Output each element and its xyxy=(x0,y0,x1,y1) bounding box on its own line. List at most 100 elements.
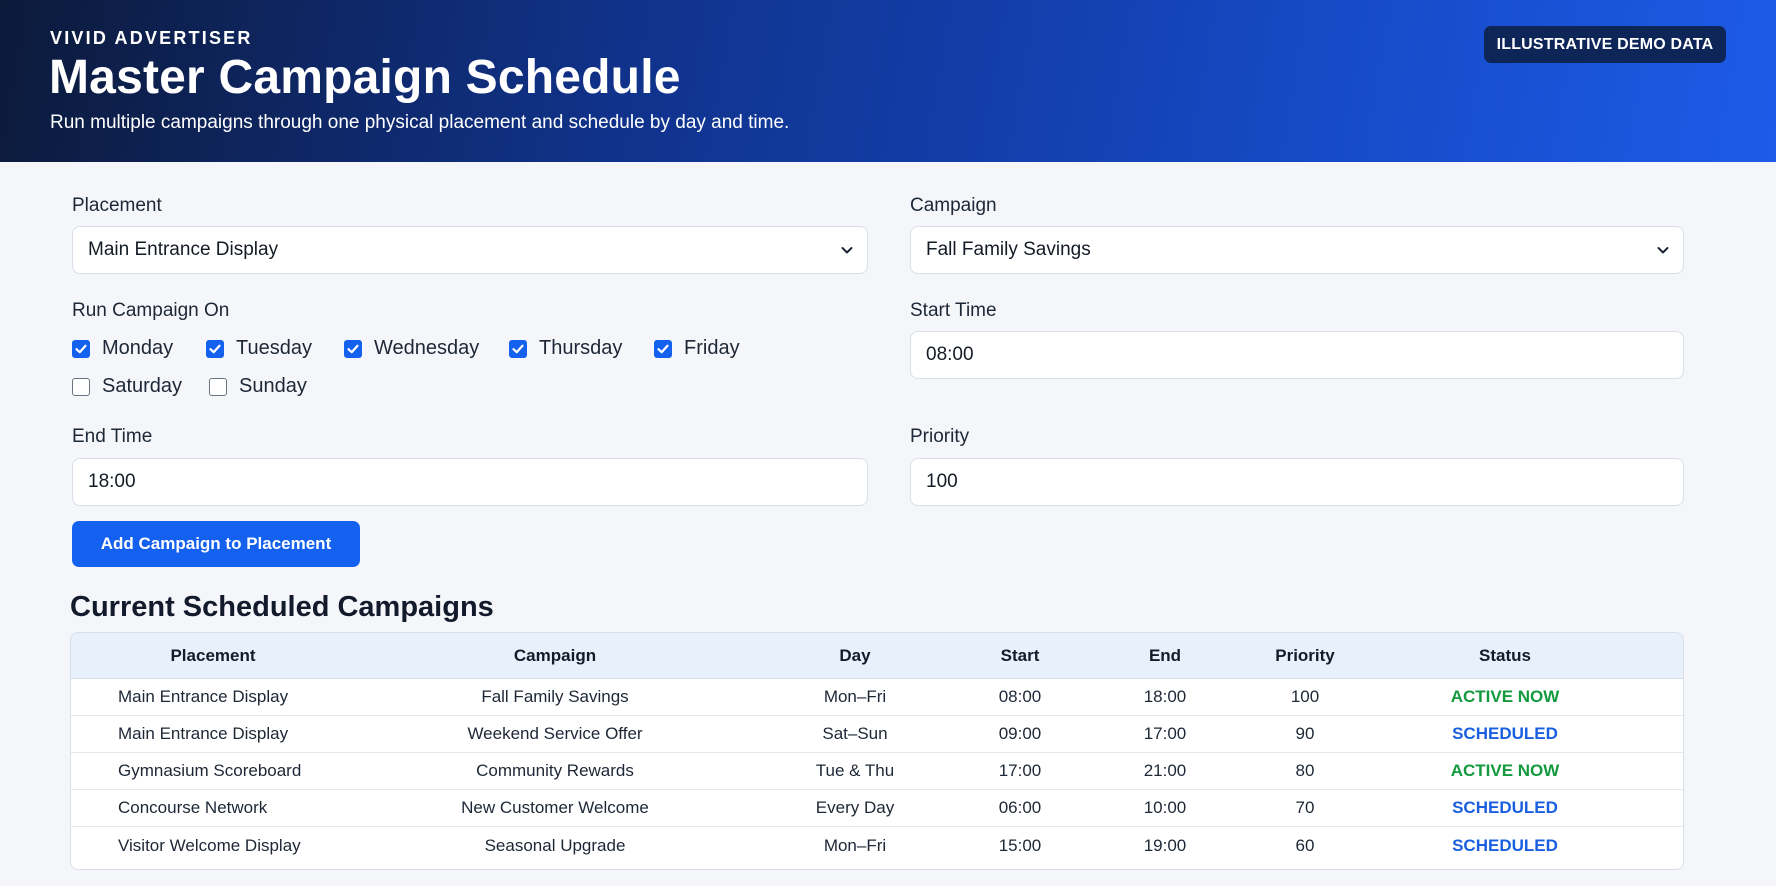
cell-campaign: Fall Family Savings xyxy=(481,687,629,706)
checkbox[interactable] xyxy=(654,339,672,358)
cell-start: 17:00 xyxy=(998,761,1042,780)
cell-end: 17:00 xyxy=(1143,724,1187,743)
cell-placement: Gymnasium Scoreboard xyxy=(118,761,302,780)
status-badge: ACTIVE NOW xyxy=(1450,687,1560,706)
day-checkbox-wednesday[interactable]: Wednesday xyxy=(344,337,479,360)
cell-day: Tue & Thu xyxy=(815,761,895,780)
cell-priority: 90 xyxy=(1295,724,1315,743)
cell-campaign: Weekend Service Offer xyxy=(467,724,643,743)
cell-day: Every Day xyxy=(815,798,895,817)
cell-placement: Main Entrance Display xyxy=(118,687,289,706)
schedule-table: Placement Campaign Day Start End Priorit… xyxy=(70,632,1684,870)
table-row[interactable]: Gymnasium Scoreboard Community Rewards T… xyxy=(71,753,1683,790)
placement-select-value: Main Entrance Display xyxy=(88,239,279,260)
checkmark-icon xyxy=(209,344,221,353)
cell-priority: 100 xyxy=(1290,687,1320,706)
checkbox[interactable] xyxy=(72,339,90,358)
cell-priority: 80 xyxy=(1295,761,1315,780)
end-time-value: 18:00 xyxy=(88,471,136,492)
campaign-select-value: Fall Family Savings xyxy=(926,239,1091,260)
day-label: Friday xyxy=(684,337,740,359)
campaign-label: Campaign xyxy=(910,195,997,216)
start-time-label: Start Time xyxy=(910,300,997,321)
cell-day: Sat–Sun xyxy=(822,724,888,743)
demo-data-badge: ILLUSTRATIVE DEMO DATA xyxy=(1484,26,1726,63)
cell-priority: 60 xyxy=(1295,835,1315,855)
column-header-day[interactable]: Day xyxy=(755,633,955,678)
table-row[interactable]: Concourse Network New Customer Welcome E… xyxy=(71,790,1683,827)
table-header-row: Placement Campaign Day Start End Priorit… xyxy=(71,633,1683,679)
cell-end: 18:00 xyxy=(1143,687,1187,706)
cell-day: Mon–Fri xyxy=(823,687,887,706)
brand-name: VIVID ADVERTISER xyxy=(50,28,253,48)
column-header-status[interactable]: Status xyxy=(1365,633,1645,678)
column-header-priority[interactable]: Priority xyxy=(1245,633,1365,678)
add-campaign-button[interactable]: Add Campaign to Placement xyxy=(72,521,360,567)
table-row[interactable]: Main Entrance Display Fall Family Saving… xyxy=(71,679,1683,716)
table-row[interactable]: Main Entrance Display Weekend Service Of… xyxy=(71,716,1683,753)
cell-campaign: Seasonal Upgrade xyxy=(484,835,626,855)
day-checkbox-sunday[interactable]: Sunday xyxy=(209,375,307,398)
cell-placement: Concourse Network xyxy=(118,798,268,817)
priority-label: Priority xyxy=(910,426,970,447)
cell-end: 21:00 xyxy=(1143,761,1187,780)
cell-campaign: New Customer Welcome xyxy=(461,798,649,817)
column-header-placement[interactable]: Placement xyxy=(71,633,355,678)
cell-placement: Visitor Welcome Display xyxy=(118,835,301,855)
day-checkbox-monday[interactable]: Monday xyxy=(72,337,173,360)
day-label: Tuesday xyxy=(236,337,312,359)
page-title: Master Campaign Schedule xyxy=(49,51,681,104)
day-label: Monday xyxy=(102,337,174,359)
priority-input[interactable]: 100 xyxy=(910,458,1684,506)
end-time-input[interactable]: 18:00 xyxy=(72,458,868,506)
cell-day: Mon–Fri xyxy=(823,835,887,855)
checkbox[interactable] xyxy=(206,339,224,358)
status-badge: SCHEDULED xyxy=(1452,835,1558,855)
day-checkbox-friday[interactable]: Friday xyxy=(654,337,740,360)
column-header-start[interactable]: Start xyxy=(955,633,1085,678)
cell-campaign: Community Rewards xyxy=(476,761,634,780)
day-label: Sunday xyxy=(239,375,307,397)
status-badge: ACTIVE NOW xyxy=(1450,761,1560,780)
priority-value: 100 xyxy=(926,471,958,492)
cell-start: 15:00 xyxy=(998,835,1042,855)
chevron-down-icon xyxy=(1657,247,1669,254)
day-checkbox-saturday[interactable]: Saturday xyxy=(72,375,182,398)
checkbox[interactable] xyxy=(209,377,227,396)
schedule-section-title: Current Scheduled Campaigns xyxy=(70,591,494,623)
checkmark-icon xyxy=(75,344,87,353)
status-badge: SCHEDULED xyxy=(1452,724,1558,743)
checkmark-icon xyxy=(657,344,669,353)
page-subtitle: Run multiple campaigns through one physi… xyxy=(50,112,790,133)
run-on-label: Run Campaign On xyxy=(72,300,230,321)
column-header-end[interactable]: End xyxy=(1085,633,1245,678)
day-checkbox-thursday[interactable]: Thursday xyxy=(509,337,622,360)
cell-priority: 70 xyxy=(1295,798,1315,817)
day-label: Wednesday xyxy=(374,337,480,359)
checkmark-icon xyxy=(347,344,359,353)
day-label: Thursday xyxy=(539,337,623,359)
column-header-campaign[interactable]: Campaign xyxy=(355,633,755,678)
cell-start: 06:00 xyxy=(998,798,1042,817)
day-checkbox-tuesday[interactable]: Tuesday xyxy=(206,337,312,360)
placement-select[interactable]: Main Entrance Display xyxy=(72,226,868,274)
start-time-input[interactable]: 08:00 xyxy=(910,331,1684,379)
start-time-value: 08:00 xyxy=(926,344,974,365)
status-badge: SCHEDULED xyxy=(1452,798,1558,817)
placement-label: Placement xyxy=(72,195,162,216)
cell-start: 08:00 xyxy=(998,687,1042,706)
cell-placement: Main Entrance Display xyxy=(118,724,289,743)
cell-end: 10:00 xyxy=(1143,798,1187,817)
checkmark-icon xyxy=(512,344,524,353)
checkbox[interactable] xyxy=(72,377,90,396)
app-header: VIVID ADVERTISER Master Campaign Schedul… xyxy=(0,0,1776,162)
chevron-down-icon xyxy=(841,247,853,254)
cell-end: 19:00 xyxy=(1143,835,1187,855)
checkbox[interactable] xyxy=(344,339,362,358)
cell-start: 09:00 xyxy=(998,724,1042,743)
checkbox[interactable] xyxy=(509,339,527,358)
end-time-label: End Time xyxy=(72,426,153,447)
campaign-select[interactable]: Fall Family Savings xyxy=(910,226,1684,274)
table-row[interactable]: Visitor Welcome Display Seasonal Upgrade… xyxy=(71,827,1683,864)
day-label: Saturday xyxy=(102,375,183,397)
